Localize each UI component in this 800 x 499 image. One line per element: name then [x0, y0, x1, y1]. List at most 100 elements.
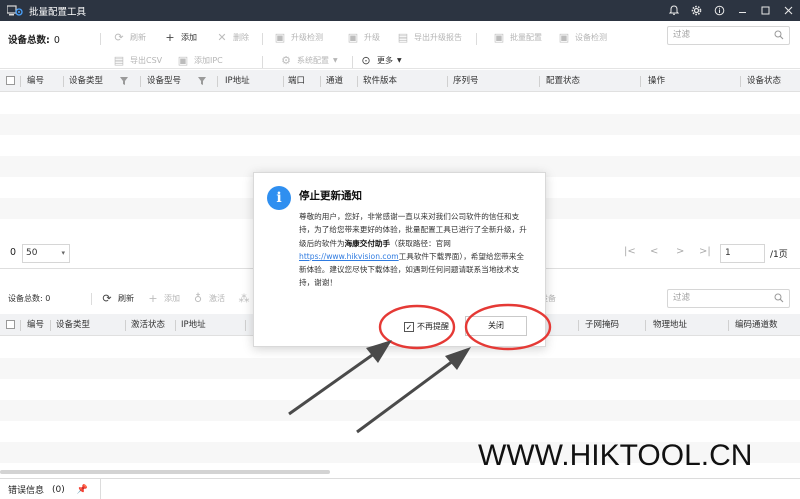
upgrade-button[interactable]: ▣ 升级: [347, 30, 380, 44]
column-separator: [578, 320, 579, 331]
online-filter-input[interactable]: 过滤: [667, 289, 790, 308]
device-check-button[interactable]: ▣ 设备检测: [558, 31, 607, 44]
pin-icon[interactable]: 📌: [77, 485, 88, 495]
separator: [352, 56, 353, 68]
col-config-status[interactable]: 配置状态: [546, 70, 580, 92]
add-ipc-button[interactable]: ▣ 添加IPC: [177, 54, 223, 67]
upgrade-check-icon: ▣: [274, 30, 286, 44]
export-csv-button[interactable]: ▤ 导出CSV: [113, 53, 162, 67]
col-activation-status[interactable]: 激活状态: [131, 314, 165, 336]
delete-button[interactable]: ✕ 删除: [216, 30, 249, 44]
plus-icon: +: [148, 291, 158, 305]
batch-config-button[interactable]: ▣ 批量配置: [493, 30, 542, 44]
more-button[interactable]: ⊙ 更多 ▼: [360, 54, 401, 67]
col-port[interactable]: 端口: [288, 70, 305, 92]
select-all-checkbox[interactable]: [6, 76, 15, 85]
col-device-type[interactable]: 设备类型: [69, 70, 103, 92]
column-separator: [245, 320, 246, 331]
column-separator: [175, 320, 176, 331]
close-window-icon[interactable]: [777, 0, 800, 21]
add-button[interactable]: + 添加: [164, 30, 197, 44]
col-index[interactable]: 编号: [27, 314, 44, 336]
close-dialog-button[interactable]: 关闭: [465, 316, 527, 336]
separator: [262, 56, 263, 68]
column-separator: [728, 320, 729, 331]
product-name: 海康交付助手: [344, 238, 391, 248]
col-ip-address[interactable]: IP地址: [181, 314, 206, 336]
column-separator: [447, 76, 448, 87]
col-ip-address[interactable]: IP地址: [225, 70, 250, 92]
page-number-input[interactable]: 1: [720, 244, 765, 263]
filter-funnel-icon[interactable]: [198, 77, 206, 85]
column-separator: [645, 320, 646, 331]
refresh-online-button[interactable]: ⟳ 刷新: [101, 292, 134, 305]
minimize-icon[interactable]: [731, 0, 754, 21]
col-mac-address[interactable]: 物理地址: [653, 314, 687, 336]
website-link[interactable]: https://www.hikvision.com: [299, 252, 399, 261]
last-page-icon[interactable]: >|: [699, 246, 711, 257]
filter-funnel-icon[interactable]: [120, 77, 128, 85]
upgrade-icon: ▣: [347, 30, 359, 44]
dialog-message: 尊敬的用户，您好，非常感谢一直以来对我们公司软件的信任和支持，为了给您带来更好的…: [299, 212, 527, 288]
prev-page-icon[interactable]: <: [650, 246, 658, 257]
x-icon: ✕: [217, 30, 227, 44]
dialog-title: 停止更新通知: [299, 190, 362, 202]
col-device-status[interactable]: 设备状态: [747, 70, 781, 92]
maximize-icon[interactable]: [754, 0, 777, 21]
search-icon: [774, 30, 784, 40]
upgrade-check-button[interactable]: ▣ 升级检测: [274, 30, 323, 44]
notification-bell-icon[interactable]: [662, 0, 685, 21]
page-size-select[interactable]: 50 ▾: [22, 244, 70, 263]
separator: [262, 33, 263, 45]
col-software-version[interactable]: 软件版本: [363, 70, 397, 92]
batch-config-icon: ▣: [493, 30, 505, 44]
select-all-online-checkbox[interactable]: [6, 320, 15, 329]
col-operation[interactable]: 操作: [648, 70, 665, 92]
col-serial-number[interactable]: 序列号: [453, 70, 479, 92]
filter-input[interactable]: 过滤: [667, 26, 790, 45]
lightbulb-icon: ♁: [193, 291, 203, 305]
info-icon: i: [267, 186, 291, 210]
column-separator: [20, 320, 21, 331]
activate-button[interactable]: ♁ 激活: [192, 291, 225, 305]
col-channel[interactable]: 通道: [326, 70, 343, 92]
separator: [476, 33, 477, 45]
refresh-button[interactable]: ⟳ 刷新: [113, 31, 146, 44]
column-separator: [50, 320, 51, 331]
col-encode-channels[interactable]: 编码通道数: [735, 314, 778, 336]
plus-icon: +: [165, 30, 175, 44]
first-page-icon[interactable]: |<: [624, 246, 636, 257]
table-row: [0, 114, 800, 135]
record-count: 0: [10, 247, 17, 258]
window-title: 批量配置工具: [29, 6, 87, 18]
column-separator: [140, 76, 141, 87]
system-config-icon: ⚙: [281, 53, 291, 67]
column-separator: [63, 76, 64, 87]
horizontal-scrollbar[interactable]: [0, 470, 330, 474]
column-separator: [640, 76, 641, 87]
error-info-tab[interactable]: 错误信息 (0) 📌: [0, 479, 101, 499]
column-separator: [217, 76, 218, 87]
col-subnet-mask[interactable]: 子网掩码: [585, 314, 619, 336]
column-separator: [320, 76, 321, 87]
export-upgrade-report-button[interactable]: ▤ 导出升级报告: [397, 31, 462, 44]
stop-update-dialog: i 停止更新通知 尊敬的用户，您好，非常感谢一直以来对我们公司软件的信任和支持，…: [253, 172, 546, 347]
status-bar: 错误信息 (0) 📌: [0, 478, 800, 499]
system-config-button[interactable]: ⚙ 系统配置 ▼: [280, 53, 338, 67]
table-row: [0, 400, 800, 421]
col-index[interactable]: 编号: [27, 70, 44, 92]
device-table-header: 编号 设备类型 设备型号 IP地址 端口 通道 软件版本 序列号 配置状态 操作…: [0, 70, 800, 92]
csv-icon: ▤: [113, 53, 125, 67]
app-logo-icon: [7, 4, 23, 16]
col-device-model[interactable]: 设备型号: [147, 70, 181, 92]
dont-remind-checkbox[interactable]: ✓ 不再提醒: [404, 321, 449, 332]
next-page-icon[interactable]: >: [676, 246, 684, 257]
settings-gear-icon[interactable]: [685, 0, 708, 21]
table-row: [0, 358, 800, 379]
add-online-button[interactable]: + 添加: [147, 291, 180, 305]
about-info-icon[interactable]: [708, 0, 731, 21]
column-separator: [539, 76, 540, 87]
checkmark-icon: ✓: [404, 321, 414, 332]
column-separator: [20, 76, 21, 87]
col-device-type[interactable]: 设备类型: [56, 314, 90, 336]
